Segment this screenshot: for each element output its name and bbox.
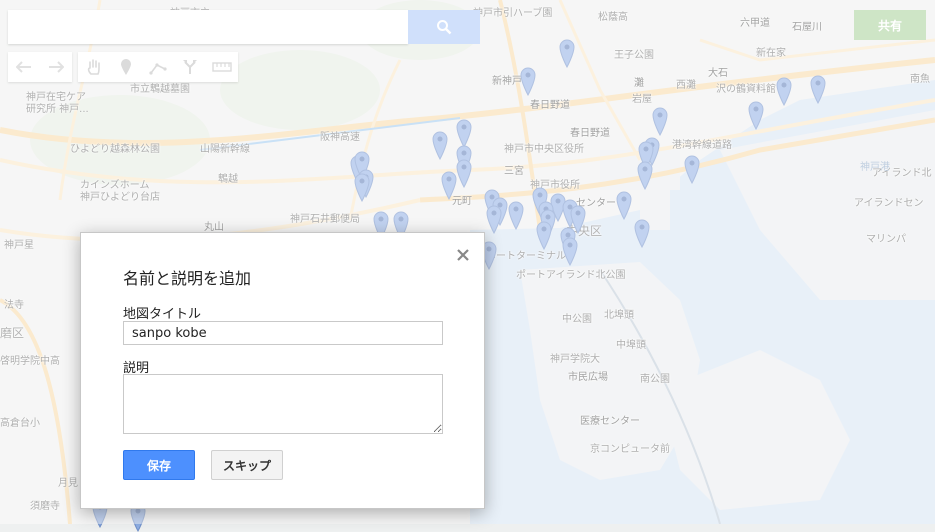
close-icon	[457, 249, 469, 261]
map-title-label: 地図タイトル	[123, 307, 202, 322]
map-title-input[interactable]	[123, 321, 443, 345]
dialog-title: 名前と説明を追加	[123, 269, 252, 288]
description-input[interactable]	[123, 374, 443, 434]
add-name-dialog: 名前と説明を追加 地図タイトル 説明 保存 スキップ	[80, 232, 485, 509]
skip-button[interactable]: スキップ	[211, 450, 283, 480]
save-button[interactable]: 保存	[123, 450, 195, 480]
close-button[interactable]	[453, 245, 473, 265]
